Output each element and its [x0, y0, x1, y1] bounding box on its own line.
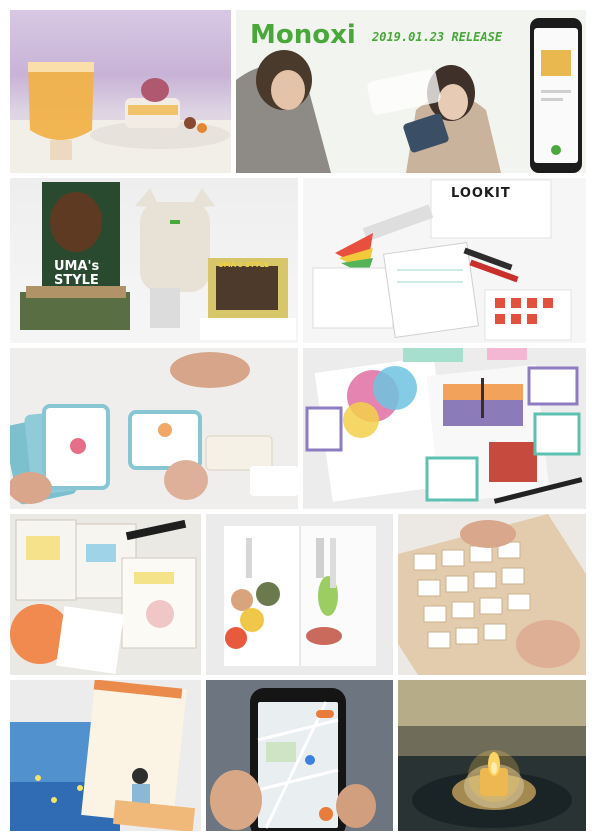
photo-candle-light — [398, 680, 586, 831]
photo-monoxi-release: Monoxi 2019.01.23 RELEASE — [236, 10, 586, 173]
monoxi-release-date: 2019.01.23 RELEASE — [372, 30, 503, 44]
wooden-puzzle-scene — [398, 514, 586, 675]
lookit-box-label: LOOKIT — [451, 186, 511, 201]
uma-poster-title-line1: UMA's — [54, 259, 100, 274]
uma-poster-title-line2: STYLE — [54, 273, 99, 288]
card-game-scene — [10, 348, 298, 509]
photo-card-game — [10, 348, 298, 509]
lookit-scene — [303, 178, 586, 343]
photo-wooden-puzzle — [398, 514, 586, 675]
colorful-book-scene — [303, 348, 586, 509]
illustrated-notebook-scene — [10, 514, 201, 675]
photo-uma-style-display: UMA's STYLE UMA's STYLE — [10, 178, 298, 343]
picture-books-scene — [10, 680, 201, 831]
photo-picture-books — [10, 680, 201, 831]
photo-open-book-vegetables — [206, 514, 393, 675]
phone-map-scene — [206, 680, 393, 831]
open-book-scene — [206, 514, 393, 675]
photo-colorful-book — [303, 348, 586, 509]
drink-cake-illustration — [10, 62, 231, 173]
photo-drink-and-cake — [10, 10, 231, 173]
monoxi-logo-text: Monoxi — [250, 20, 356, 50]
photo-lookit-kit: LOOKIT — [303, 178, 586, 343]
uma-small-sign-text: UMA's STYLE — [218, 261, 269, 269]
photo-phone-map-app — [206, 680, 393, 831]
candle-scene — [398, 680, 586, 831]
photo-illustrated-notebook — [10, 514, 201, 675]
